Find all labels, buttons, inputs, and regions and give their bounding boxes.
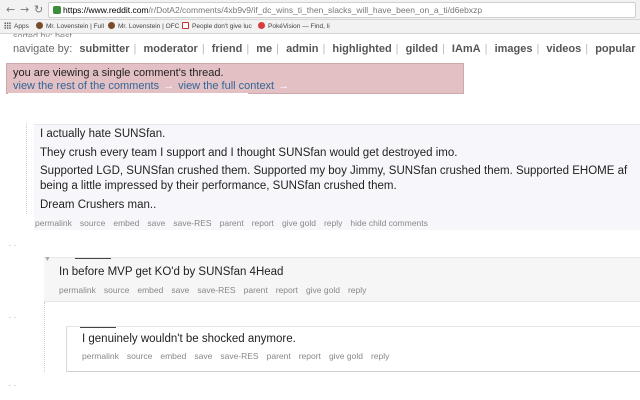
author-plate — [8, 93, 248, 123]
nav-admin[interactable]: admin — [282, 43, 322, 55]
nav-highlighted[interactable]: highlighted — [328, 43, 395, 55]
hide-children-link[interactable]: hide child comments — [350, 218, 427, 228]
lovenstein-icon — [108, 22, 115, 29]
browser-toolbar: ← → ↻ https://www.reddit.com/r/DotA2/com… — [0, 0, 640, 20]
bookmarks-bar: Apps Mr. Lovenstein | Full Mr. Lovenstei… — [0, 20, 640, 34]
nav-iama[interactable]: IAmA — [448, 43, 485, 55]
give-gold-link[interactable]: give gold — [282, 218, 316, 228]
view-rest-link[interactable]: view the rest of the comments — [13, 80, 159, 92]
comment-actions: permalink source embed save save-RES parent re… — [35, 218, 436, 228]
permalink-link[interactable]: permalink — [59, 285, 96, 295]
embed-link[interactable]: embed — [160, 351, 186, 361]
source-link[interactable]: source — [127, 351, 153, 361]
source-link[interactable]: source — [80, 218, 106, 228]
comment-text: Supported LGD, SUNSfan crushed them. Sup… — [40, 165, 628, 177]
author-plate — [0, 236, 280, 256]
nav-images[interactable]: images — [491, 43, 537, 55]
arrow-icon: → — [163, 80, 175, 92]
save-link[interactable]: save — [194, 351, 212, 361]
comment-text: I actually hate SUNSfan. — [40, 128, 166, 140]
nav-gilded[interactable]: gilded — [402, 43, 442, 55]
bookmark-lovenstein-ofc[interactable]: Mr. Lovenstein | OFC — [108, 21, 179, 32]
nav-moderator[interactable]: moderator — [139, 43, 201, 55]
parent-link[interactable]: parent — [220, 218, 244, 228]
report-link[interactable]: report — [276, 285, 298, 295]
parent-link[interactable]: parent — [244, 285, 268, 295]
reply-link[interactable]: reply — [371, 351, 389, 361]
comment-text: being a little impressed by their perfor… — [40, 180, 397, 192]
apps-grid-icon — [4, 22, 11, 29]
save-link[interactable]: save — [147, 218, 165, 228]
comment-text: Dream Crushers man.. — [40, 199, 157, 211]
embed-link[interactable]: embed — [113, 218, 139, 228]
url-text[interactable]: https://www.reddit.com/r/DotA2/comments/… — [63, 4, 482, 16]
comment-box — [44, 257, 640, 302]
give-gold-link[interactable]: give gold — [329, 351, 363, 361]
save-res-link[interactable]: save-RES — [197, 285, 235, 295]
back-arrow-icon[interactable]: ← — [6, 3, 15, 17]
reply-link[interactable]: reply — [324, 218, 342, 228]
reply-link[interactable]: reply — [348, 285, 366, 295]
reload-icon[interactable]: ↻ — [34, 3, 43, 17]
forward-arrow-icon[interactable]: → — [20, 3, 29, 17]
nav-me[interactable]: me — [252, 43, 276, 55]
author-underline — [80, 327, 116, 328]
view-context-link[interactable]: view the full context — [178, 80, 274, 92]
nav-videos[interactable]: videos — [542, 43, 585, 55]
bookmark-people[interactable]: People don't give luc — [182, 21, 252, 32]
permalink-link[interactable]: permalink — [35, 218, 72, 228]
save-res-link[interactable]: save-RES — [220, 351, 258, 361]
thread-line — [44, 302, 45, 372]
embed-link[interactable]: embed — [137, 285, 163, 295]
report-link[interactable]: report — [299, 351, 321, 361]
sort-indicator: sorted by: best — [13, 31, 73, 37]
page-icon — [182, 22, 189, 29]
address-bar[interactable]: https://www.reddit.com/r/DotA2/comments/… — [48, 2, 636, 18]
report-link[interactable]: report — [252, 218, 274, 228]
parent-link[interactable]: parent — [267, 351, 291, 361]
comment-actions: permalink source embed save save-RES parent re… — [82, 351, 397, 361]
nav-popular[interactable]: popular — [591, 43, 639, 55]
comment-navigator: navigate by: submitter | moderator | frien… — [13, 43, 640, 55]
lovenstein-icon — [36, 22, 43, 29]
author-underline — [75, 258, 111, 259]
give-gold-link[interactable]: give gold — [306, 285, 340, 295]
bookmark-pokevision[interactable]: PokéVision — Find, li — [258, 21, 330, 32]
thread-dots: ·· — [8, 312, 19, 323]
notice-text: you are viewing a single comment's threa… — [13, 67, 224, 79]
save-res-link[interactable]: save-RES — [173, 218, 211, 228]
comment-actions: permalink source embed save save-RES parent re… — [59, 285, 374, 295]
permalink-link[interactable]: permalink — [82, 351, 119, 361]
comment-text: I genuinely wouldn't be shocked anymore. — [82, 333, 296, 345]
thread-dots: ·· — [8, 380, 19, 391]
notice-links: view the rest of the comments → view the f… — [13, 80, 293, 92]
single-thread-notice: you are viewing a single comment's threa… — [6, 63, 464, 94]
collapse-icon[interactable]: ▼ — [44, 256, 51, 263]
source-link[interactable]: source — [104, 285, 130, 295]
arrow-icon: → — [278, 80, 290, 92]
comment-text: They crush every team I support and I th… — [40, 147, 458, 159]
nav-friend[interactable]: friend — [208, 43, 247, 55]
comment-text: In before MVP get KO'd by SUNSfan 4Head — [59, 266, 284, 278]
thread-dots: ·· — [8, 240, 19, 251]
lock-icon — [53, 6, 61, 14]
save-link[interactable]: save — [171, 285, 189, 295]
navigate-label: navigate by: — [13, 43, 73, 55]
nav-submitter[interactable]: submitter — [75, 43, 133, 55]
pokevision-icon — [258, 22, 265, 29]
